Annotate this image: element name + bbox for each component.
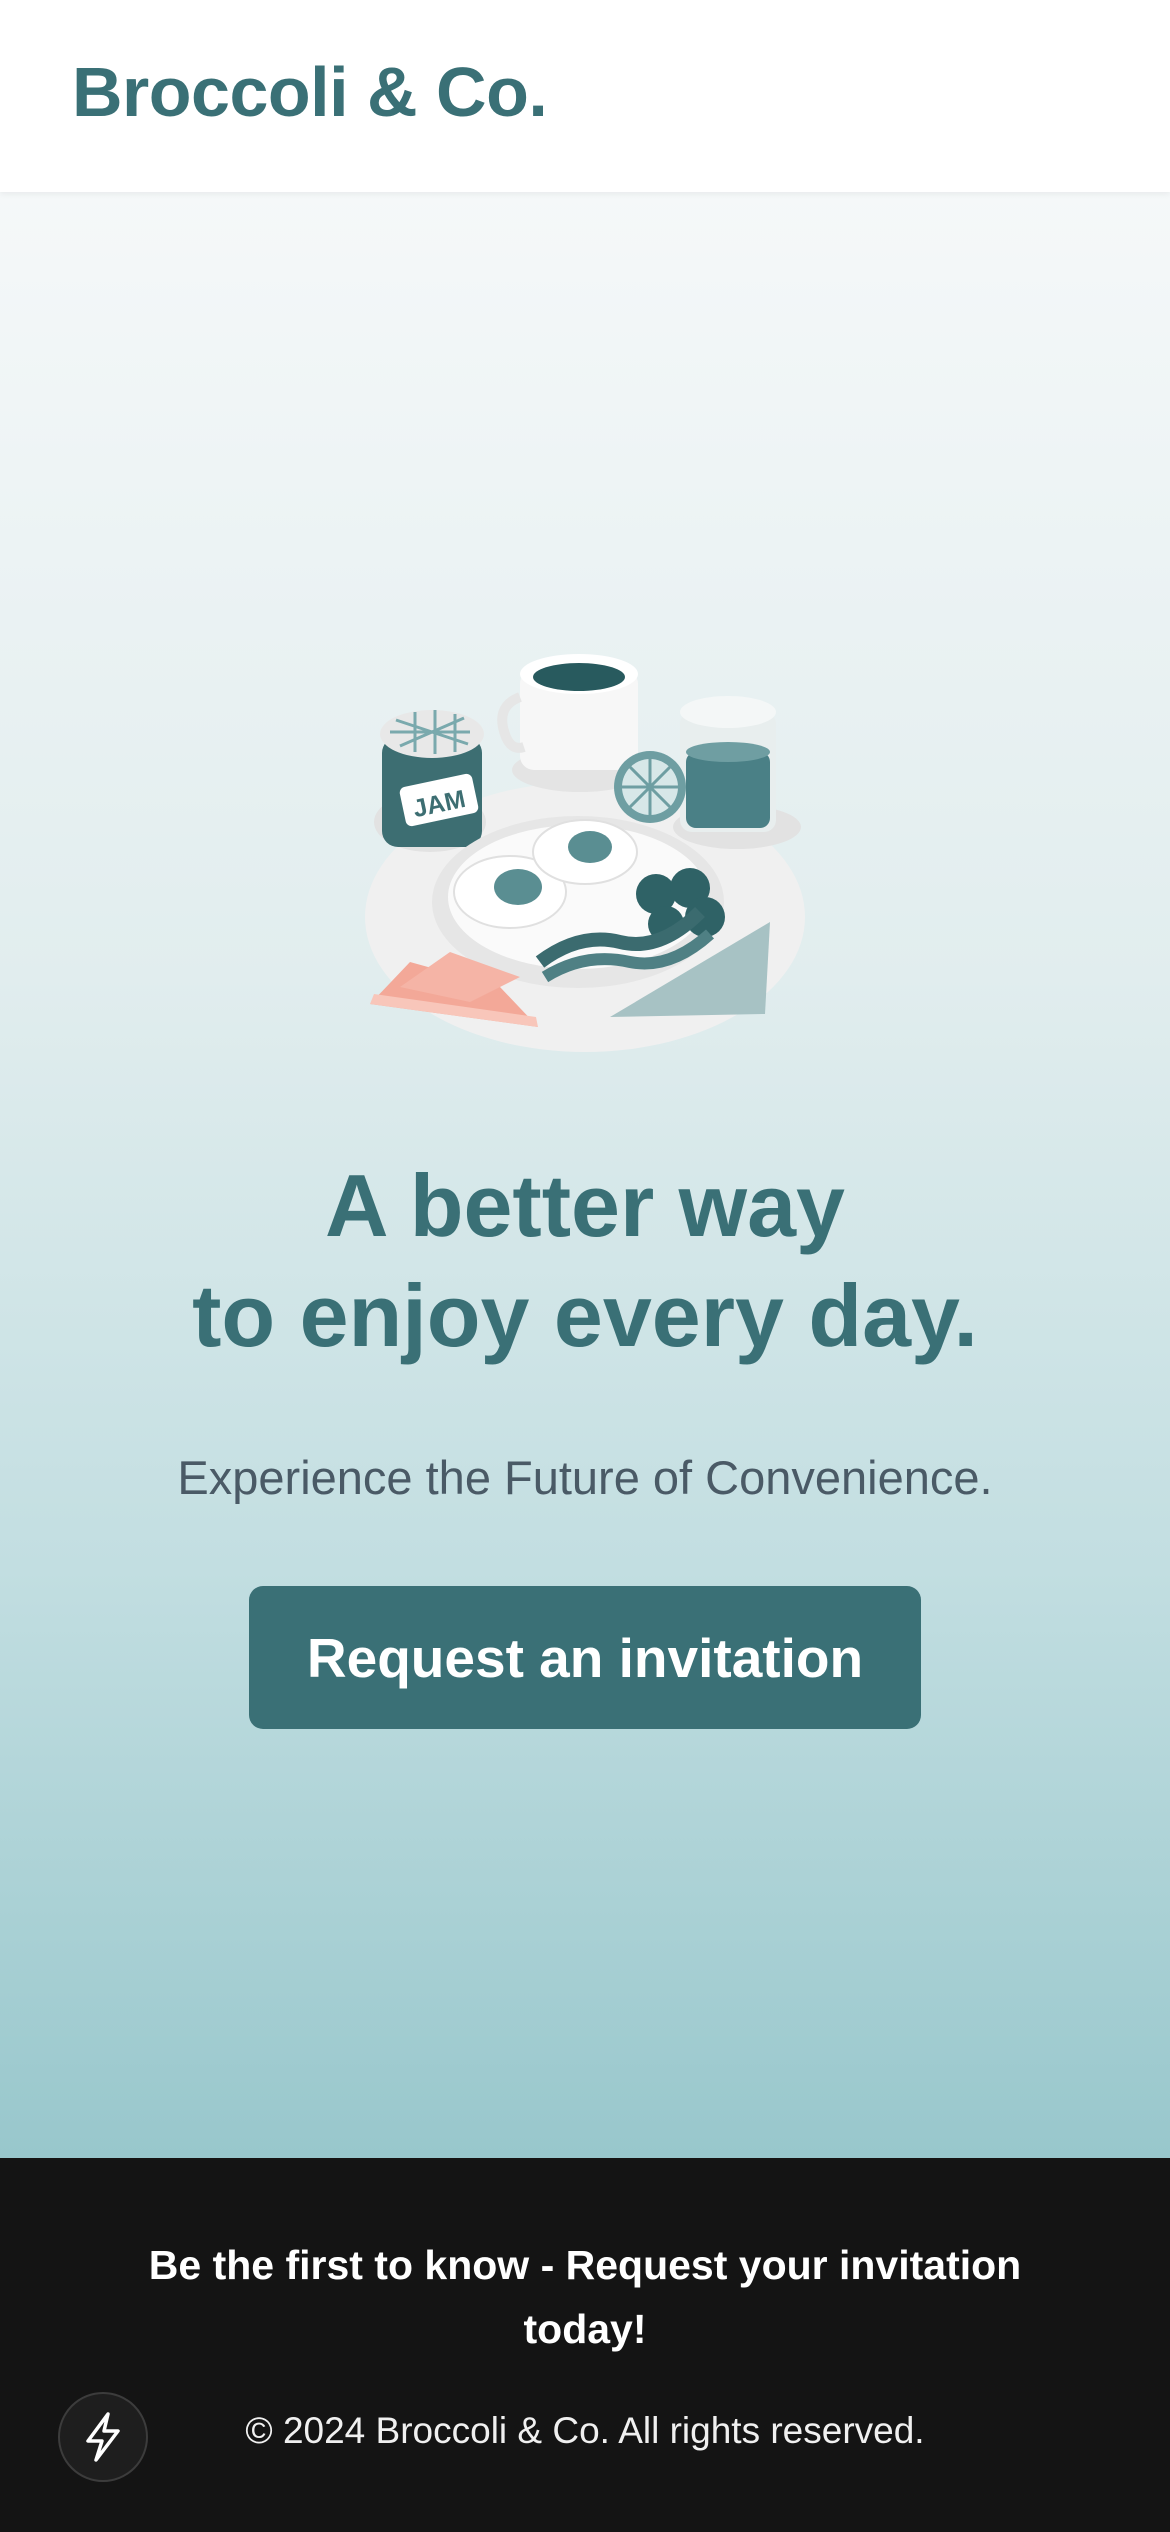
footer-message: Be the first to know - Request your invi… <box>148 2242 1022 2352</box>
site-footer: Be the first to know - Request your invi… <box>0 2158 1170 2532</box>
request-invitation-button[interactable]: Request an invitation <box>249 1586 921 1729</box>
juice-glass <box>673 696 801 849</box>
hero-section: JAM A better way to enjoy every day. Exp… <box>0 192 1170 2158</box>
lemon-slice <box>614 751 686 823</box>
hero-subtitle: Experience the Future of Convenience. <box>177 1451 993 1504</box>
site-header: Broccoli & Co. <box>0 0 1170 192</box>
jam-jar: JAM <box>374 710 486 852</box>
copyright-text: © 2024 Broccoli & Co. All rights reserve… <box>245 2410 925 2451</box>
headline-line-2: to enjoy every day. <box>192 1266 978 1365</box>
headline-line-1: A better way <box>324 1156 845 1255</box>
breakfast-illustration: JAM <box>360 642 810 1062</box>
brand-logo[interactable]: Broccoli & Co. <box>72 52 548 132</box>
